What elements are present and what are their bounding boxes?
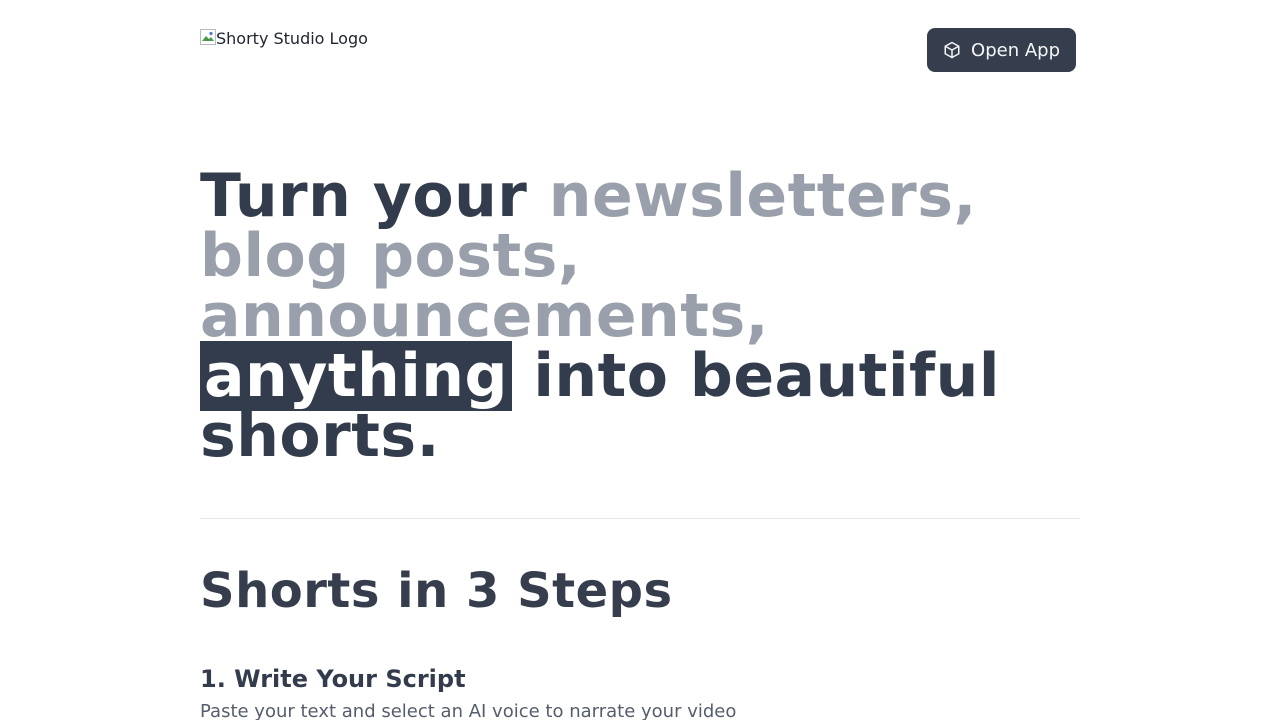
hero-headline: Turn your newsletters, blog posts, annou…: [200, 166, 1080, 466]
open-app-label: Open App: [971, 39, 1060, 61]
hero-text-part2: into beautiful: [511, 341, 1000, 411]
header: Shorty Studio Logo Open App: [200, 0, 1080, 100]
section-divider: [200, 518, 1080, 519]
page-container: Shorty Studio Logo Open App Turn your ne…: [200, 0, 1080, 720]
hero-text-part3: shorts.: [200, 401, 440, 471]
logo[interactable]: Shorty Studio Logo: [200, 28, 368, 50]
hero-muted-newsletters: newsletters,: [548, 161, 977, 231]
logo-alt-text: Shorty Studio Logo: [216, 29, 368, 48]
step-1-description: Paste your text and select an AI voice t…: [200, 701, 737, 720]
open-app-button[interactable]: Open App: [927, 28, 1076, 72]
step-1-title: 1. Write Your Script: [200, 665, 466, 693]
cube-icon: [943, 41, 961, 59]
steps-section-title: Shorts in 3 Steps: [200, 563, 673, 619]
broken-image-icon: [200, 29, 216, 45]
